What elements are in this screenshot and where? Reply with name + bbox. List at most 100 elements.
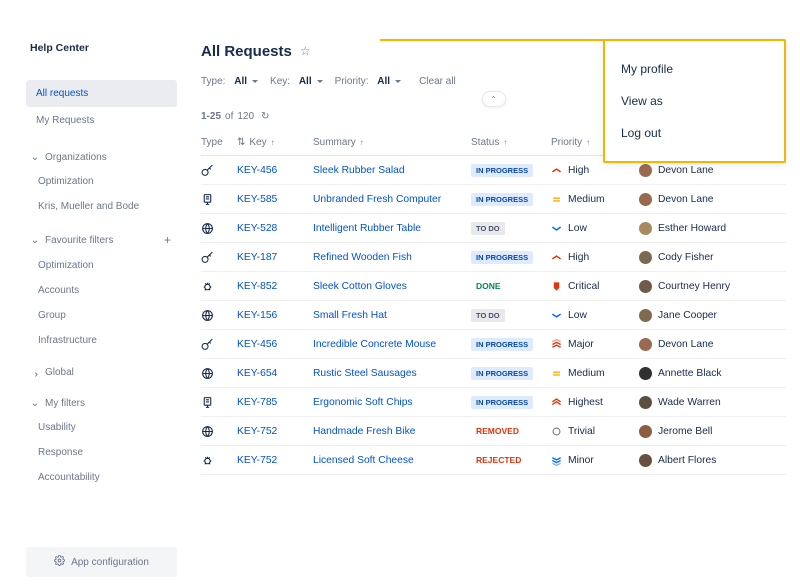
issue-summary-link[interactable]: Intelligent Rubber Table	[313, 223, 421, 234]
issue-summary-link[interactable]: Licensed Soft Cheese	[313, 455, 414, 466]
issue-key-link[interactable]: KEY-852	[237, 281, 277, 292]
sidebar-sub-item[interactable]: Response	[26, 440, 177, 465]
sidebar-sub-item[interactable]: Kris, Mueller and Bode	[26, 194, 177, 219]
filter-key[interactable]: Key: All	[270, 76, 323, 87]
sidebar-group-organizations[interactable]: ⌄ Organizations	[26, 144, 177, 169]
table-row[interactable]: KEY-654 Rustic Steel Sausages IN PROGRES…	[201, 359, 786, 388]
issue-key-link[interactable]: KEY-156	[237, 310, 277, 321]
issue-key-link[interactable]: KEY-456	[237, 165, 277, 176]
issue-summary-link[interactable]: Unbranded Fresh Computer	[313, 194, 441, 205]
priority-high-icon	[551, 252, 562, 263]
table-row[interactable]: KEY-752 Handmade Fresh Bike REMOVED Triv…	[201, 417, 786, 446]
issue-summary-link[interactable]: Sleek Rubber Salad	[313, 165, 405, 176]
table-row[interactable]: KEY-187 Refined Wooden Fish IN PROGRESS …	[201, 243, 786, 272]
priority-major-icon	[551, 339, 562, 350]
table-row[interactable]: KEY-785 Ergonomic Soft Chips IN PROGRESS…	[201, 388, 786, 417]
sidebar-group-global[interactable]: ⌄ Global	[26, 359, 177, 384]
issue-key-link[interactable]: KEY-456	[237, 339, 277, 350]
profile-menu-my-profile[interactable]: My profile	[605, 53, 784, 85]
sidebar-sub-item[interactable]: Optimization	[26, 253, 177, 278]
plus-icon[interactable]: +	[164, 233, 171, 247]
issue-key-link[interactable]: KEY-752	[237, 426, 277, 437]
issue-key-link[interactable]: KEY-785	[237, 397, 277, 408]
profile-menu-view-as[interactable]: View as	[605, 85, 784, 117]
sidebar-sub-item[interactable]: Group	[26, 303, 177, 328]
table-row[interactable]: KEY-456 Incredible Concrete Mouse IN PRO…	[201, 330, 786, 359]
issue-summary-link[interactable]: Small Fresh Hat	[313, 310, 387, 321]
priority-cell: Trivial	[551, 426, 639, 437]
issue-type-icon	[201, 193, 237, 206]
priority-trivial-icon	[551, 426, 562, 437]
sidebar-sub-item[interactable]: Accounts	[26, 278, 177, 303]
star-icon[interactable]: ☆	[300, 44, 311, 58]
priority-cell: Low	[551, 310, 639, 321]
priority-low-icon	[551, 223, 562, 234]
col-type[interactable]: Type	[201, 137, 237, 148]
gear-icon	[54, 555, 65, 569]
issue-key-link[interactable]: KEY-654	[237, 368, 277, 379]
issue-summary-link[interactable]: Sleek Cotton Gloves	[313, 281, 407, 292]
assignee-cell: Albert Flores	[639, 454, 769, 467]
sidebar-sub-item[interactable]: Accountability	[26, 465, 177, 490]
assignee-cell: Jerome Bell	[639, 425, 769, 438]
priority-label: Trivial	[568, 426, 595, 437]
issue-key-link[interactable]: KEY-752	[237, 455, 277, 466]
profile-menu-log-out[interactable]: Log out	[605, 117, 784, 149]
avatar	[639, 454, 652, 467]
table-row[interactable]: KEY-852 Sleek Cotton Gloves DONE Critica…	[201, 272, 786, 301]
issue-type-icon	[201, 338, 237, 351]
avatar	[639, 396, 652, 409]
issue-summary-link[interactable]: Refined Wooden Fish	[313, 252, 412, 263]
sidebar-item-all-requests[interactable]: All requests	[26, 80, 177, 107]
issue-type-icon	[201, 222, 237, 235]
assignee-name: Jerome Bell	[658, 426, 712, 437]
sort-icon: ⇅	[237, 137, 245, 148]
priority-medium-icon	[551, 368, 562, 379]
status-badge: IN PROGRESS	[471, 164, 533, 177]
issue-summary-link[interactable]: Incredible Concrete Mouse	[313, 339, 436, 350]
collapse-filters-handle[interactable]: ⌃	[482, 91, 506, 107]
avatar	[639, 193, 652, 206]
filter-type[interactable]: Type: All	[201, 76, 258, 87]
assignee-name: Devon Lane	[658, 165, 714, 176]
sidebar-group-label: Global	[45, 367, 74, 378]
refresh-icon[interactable]: ↻	[261, 111, 269, 122]
issue-key-link[interactable]: KEY-187	[237, 252, 277, 263]
issue-key-link[interactable]: KEY-585	[237, 194, 277, 205]
status-badge: TO DO	[471, 222, 505, 235]
table-row[interactable]: KEY-585 Unbranded Fresh Computer IN PROG…	[201, 185, 786, 214]
issue-type-icon	[201, 454, 237, 467]
sidebar-group-myfilters[interactable]: ⌄ My filters	[26, 390, 177, 415]
requests-table: Type ⇅Key↑ Summary↑ Status↑ Priority↑ As…	[201, 130, 786, 587]
priority-label: Highest	[568, 397, 603, 408]
issue-summary-link[interactable]: Ergonomic Soft Chips	[313, 397, 413, 408]
priority-cell: Major	[551, 339, 639, 350]
sidebar-sub-item[interactable]: Optimization	[26, 169, 177, 194]
assignee-cell: Esther Howard	[639, 222, 769, 235]
col-status[interactable]: Status↑	[471, 137, 551, 148]
arrow-up-icon: ↑	[503, 138, 507, 147]
col-key[interactable]: ⇅Key↑	[237, 137, 313, 148]
filter-priority[interactable]: Priority: All	[335, 76, 401, 87]
sidebar-sub-item[interactable]: Usability	[26, 415, 177, 440]
assignee-name: Devon Lane	[658, 339, 714, 350]
sidebar-group-favourite[interactable]: ⌄ Favourite filters +	[26, 225, 177, 253]
table-row[interactable]: KEY-156 Small Fresh Hat TO DO Low Jane C…	[201, 301, 786, 330]
sidebar-item-my-requests[interactable]: My Requests	[26, 107, 177, 134]
assignee-cell: Annette Black	[639, 367, 769, 380]
app-configuration[interactable]: App configuration	[26, 547, 177, 577]
priority-critical-icon	[551, 281, 562, 292]
sidebar-group-label: Organizations	[45, 152, 107, 163]
issue-summary-link[interactable]: Handmade Fresh Bike	[313, 426, 415, 437]
issue-summary-link[interactable]: Rustic Steel Sausages	[313, 368, 417, 379]
sidebar-sub-item[interactable]: Infrastructure	[26, 328, 177, 353]
avatar	[639, 164, 652, 177]
issue-type-icon	[201, 251, 237, 264]
table-row[interactable]: KEY-528 Intelligent Rubber Table TO DO L…	[201, 214, 786, 243]
chevron-down-icon: ⌄	[30, 398, 40, 409]
clear-all-button[interactable]: Clear all	[419, 76, 456, 87]
issue-key-link[interactable]: KEY-528	[237, 223, 277, 234]
table-row[interactable]: KEY-752 Licensed Soft Cheese REJECTED Mi…	[201, 446, 786, 475]
priority-high-icon	[551, 165, 562, 176]
col-summary[interactable]: Summary↑	[313, 137, 471, 148]
